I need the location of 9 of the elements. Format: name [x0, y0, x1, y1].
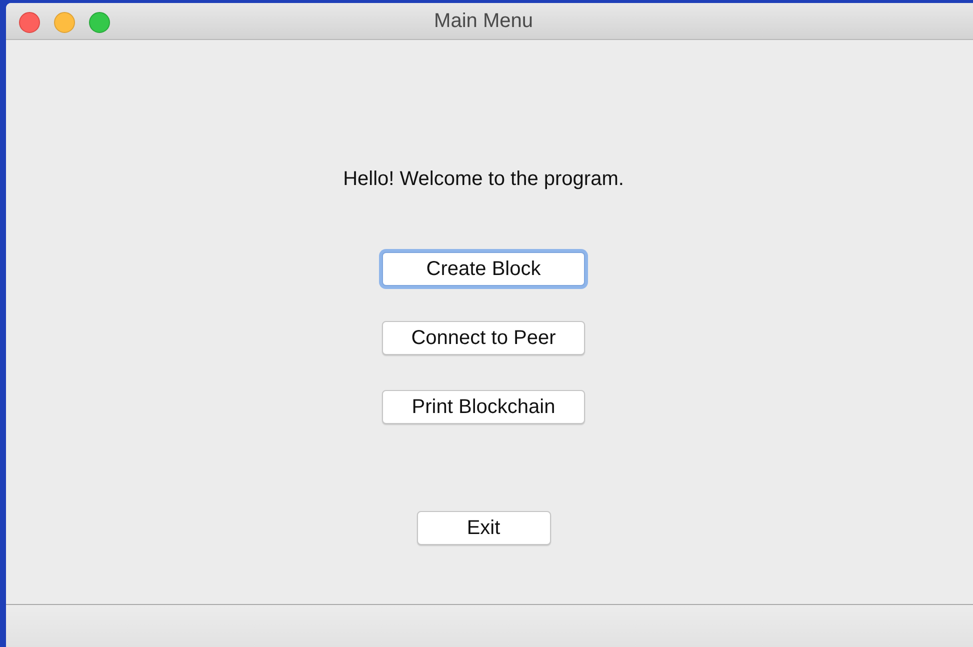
- exit-button[interactable]: Exit: [416, 511, 550, 545]
- menu-button[interactable]: Print Blockchain: [382, 390, 585, 424]
- minimize-button[interactable]: [54, 12, 75, 33]
- zoom-button[interactable]: [89, 12, 110, 33]
- menu-button[interactable]: Connect to Peer: [382, 321, 585, 355]
- window-title: Main Menu: [434, 9, 533, 34]
- close-button[interactable]: [19, 12, 40, 33]
- welcome-text: Hello! Welcome to the program.: [343, 167, 624, 192]
- menu-button[interactable]: Create Block: [382, 252, 585, 286]
